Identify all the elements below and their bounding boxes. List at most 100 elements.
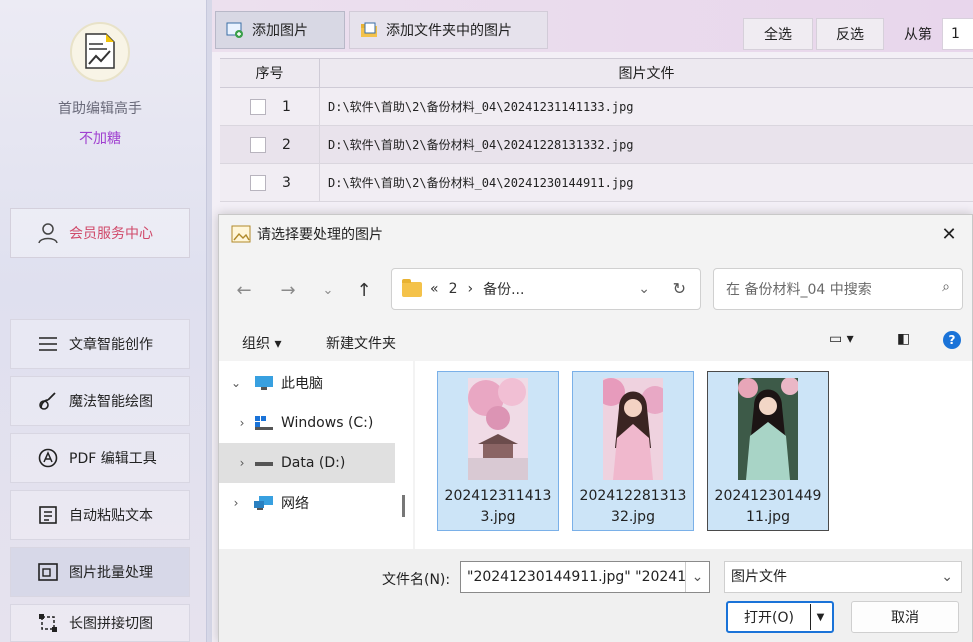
row-seq: 3 [282, 174, 291, 191]
cancel-button[interactable]: 取消 [851, 601, 959, 633]
windows-drive-icon [255, 416, 273, 430]
computer-icon [255, 376, 273, 390]
crop-icon [37, 612, 59, 634]
sidebar-item-paste[interactable]: 自动粘贴文本 [10, 490, 190, 540]
from-input[interactable]: 1 [942, 18, 973, 50]
table-row[interactable]: 1 D:\软件\首助\2\备份材料_04\20241231141133.jpg [220, 88, 973, 126]
chevron-down-icon[interactable]: ⌄ [685, 562, 709, 592]
command-bar: 组织 ▾ 新建文件夹 ▭ ▾ ◧ ? [219, 325, 972, 361]
from-label: 从第 [904, 27, 932, 43]
folder-icon [402, 278, 422, 297]
member-center-button[interactable]: 会员服务中心 [10, 208, 190, 258]
row-checkbox[interactable] [250, 98, 266, 115]
row-checkbox[interactable] [250, 174, 266, 191]
sidebar-item-drawing[interactable]: 魔法智能绘图 [10, 376, 190, 426]
table-row[interactable]: 2 D:\软件\首助\2\备份材料_04\20241228131332.jpg [220, 126, 973, 164]
chevron-right-icon[interactable]: › [219, 496, 253, 510]
row-file: D:\软件\首助\2\备份材料_04\20241231141133.jpg [328, 100, 634, 114]
brush-icon [37, 390, 59, 412]
header-seq: 序号 [220, 59, 320, 87]
image-icon [231, 225, 251, 243]
sidebar-item-label: 魔法智能绘图 [69, 394, 153, 410]
open-label: 打开(O) [744, 610, 794, 626]
file-name-line2: 32.jpg [611, 509, 655, 525]
filename-value: "20241230144911.jpg" "20241 [467, 569, 687, 585]
refresh-icon[interactable]: ↻ [673, 279, 686, 298]
sidebar-item-long-image[interactable]: 长图拼接切图 [10, 604, 190, 642]
file-item[interactable]: 202412301449 11.jpg [707, 371, 829, 531]
forward-arrow-icon[interactable]: → [273, 277, 303, 303]
chevron-down-icon[interactable]: ⌄ [219, 376, 253, 390]
add-image-button[interactable]: 添加图片 [215, 11, 345, 49]
pdf-a-icon [37, 447, 59, 469]
search-input[interactable]: 在 备份材料_04 中搜索 ⌕ [713, 268, 963, 310]
file-name-line1: 202412311413 [444, 488, 552, 504]
filename-input[interactable]: "20241230144911.jpg" "20241 ⌄ [460, 561, 710, 593]
add-folder-images-button[interactable]: 添加文件夹中的图片 [349, 11, 548, 49]
thumbnail-image [603, 378, 663, 480]
back-arrow-icon[interactable]: ← [229, 277, 259, 303]
tree-item-network[interactable]: › 网络 [219, 483, 395, 523]
paste-icon [37, 504, 59, 526]
image-batch-icon [37, 561, 59, 583]
search-icon: ⌕ [942, 279, 950, 295]
filetype-value: 图片文件 [731, 569, 787, 585]
close-icon[interactable]: ✕ [926, 215, 972, 253]
nav-bar: ← → ⌄ ↑ « 2 › 备份... ⌄ ↻ 在 备份材料_04 中搜索 ⌕ [219, 253, 972, 323]
breadcrumb-item[interactable]: 2 [449, 281, 458, 297]
row-file: D:\软件\首助\2\备份材料_04\20241228131332.jpg [328, 138, 634, 152]
dialog-title: 请选择要处理的图片 [257, 227, 383, 243]
image-table: 序号 图片文件 1 D:\软件\首助\2\备份材料_04\20241231141… [220, 58, 973, 202]
invert-select-button[interactable]: 反选 [816, 18, 884, 50]
sidebar-item-label: 图片批量处理 [69, 565, 153, 581]
sidebar-item-label: 长图拼接切图 [69, 616, 153, 632]
network-icon [254, 496, 273, 510]
sidebar: 首助编辑高手 不加糖 会员服务中心 文章智能创作 魔法智能绘图 PDF 编辑工具… [0, 0, 206, 642]
help-icon[interactable]: ? [943, 331, 961, 349]
file-name-line2: 11.jpg [746, 509, 790, 525]
file-item[interactable]: 202412311413 3.jpg [437, 371, 559, 531]
dialog-footer: 文件名(N): "20241230144911.jpg" "20241 ⌄ 图片… [219, 549, 972, 642]
table-row[interactable]: 3 D:\软件\首助\2\备份材料_04\20241230144911.jpg [220, 164, 973, 202]
chevron-down-icon[interactable]: ⌄ [638, 281, 650, 297]
sidebar-item-article[interactable]: 文章智能创作 [10, 319, 190, 369]
filetype-select[interactable]: 图片文件 ⌄ [724, 561, 962, 593]
chevron-down-icon[interactable]: ⌄ [313, 277, 343, 303]
row-file: D:\软件\首助\2\备份材料_04\20241230144911.jpg [328, 176, 634, 190]
tree-item-data-d[interactable]: › Data (D:) [219, 443, 395, 483]
navigation-tree: ⌄ 此电脑 › Windows (C:) › Data (D:) › 网络 [219, 361, 395, 549]
file-item[interactable]: 202412281313 32.jpg [572, 371, 694, 531]
dialog-titlebar: 请选择要处理的图片 [219, 215, 972, 253]
preview-pane-icon[interactable]: ◧ [897, 331, 910, 347]
up-arrow-icon[interactable]: ↑ [349, 277, 379, 303]
thumbnail-image [468, 378, 528, 480]
row-checkbox[interactable] [250, 136, 266, 153]
drive-icon [255, 462, 273, 466]
tree-item-this-pc[interactable]: ⌄ 此电脑 [219, 363, 395, 403]
select-all-button[interactable]: 全选 [743, 18, 813, 50]
tree-item-windows-c[interactable]: › Windows (C:) [219, 403, 395, 443]
tree-scrollbar[interactable] [395, 361, 413, 549]
file-name-line1: 202412301449 [714, 488, 822, 504]
sidebar-item-label: 文章智能创作 [69, 337, 153, 353]
sidebar-item-image-batch[interactable]: 图片批量处理 [10, 547, 190, 597]
new-folder-button[interactable]: 新建文件夹 [326, 333, 396, 353]
chevron-right-icon[interactable]: › [219, 456, 253, 470]
address-bar[interactable]: « 2 › 备份... ⌄ ↻ [391, 268, 701, 310]
organize-button[interactable]: 组织 ▾ [242, 333, 281, 353]
breadcrumb-item[interactable]: 备份... [483, 279, 524, 299]
view-options-icon[interactable]: ▭ ▾ [829, 331, 854, 347]
file-list: 202412311413 3.jpg 202412281313 32.jpg 202… [415, 361, 972, 549]
chevron-right-icon[interactable]: › [219, 416, 253, 430]
file-name-line1: 202412281313 [579, 488, 687, 504]
add-folder-images-label: 添加文件夹中的图片 [386, 23, 512, 39]
folder-icon [361, 22, 377, 37]
sidebar-item-pdf[interactable]: PDF 编辑工具 [10, 433, 190, 483]
file-name-line2: 3.jpg [480, 509, 516, 525]
open-button[interactable]: 打开(O) ▼ [726, 601, 834, 633]
app-name: 首助编辑高手 [58, 101, 142, 117]
breadcrumb-overflow[interactable]: « [430, 281, 439, 297]
dropdown-arrow-icon[interactable]: ▼ [810, 604, 830, 630]
chevron-down-icon: ⌄ [941, 569, 953, 585]
tree-label: Windows (C:) [281, 415, 374, 431]
